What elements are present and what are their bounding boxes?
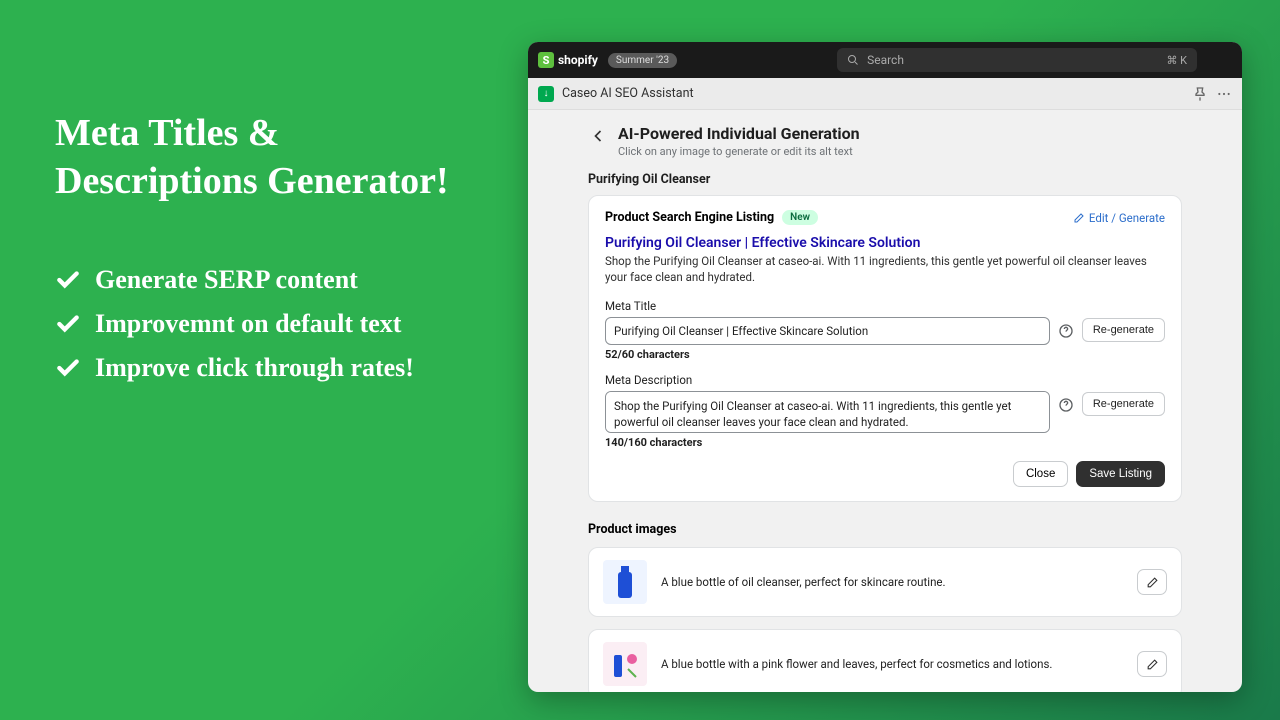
regenerate-desc-button[interactable]: Re-generate [1082,392,1165,416]
edit-generate-link[interactable]: Edit / Generate [1073,211,1165,225]
back-arrow-icon[interactable] [588,126,608,146]
search-shortcut: ⌘ K [1166,54,1187,67]
close-button[interactable]: Close [1013,461,1068,487]
search-icon [847,54,859,66]
help-icon[interactable] [1058,323,1074,339]
check-icon [55,355,81,381]
meta-title-label: Meta Title [605,299,1165,313]
check-icon [55,311,81,337]
bottle-flower-icon [608,647,642,681]
search-placeholder: Search [867,53,904,67]
pencil-icon [1146,658,1159,671]
edit-alt-button[interactable] [1137,651,1167,677]
main-content: AI-Powered Individual Generation Click o… [528,110,1242,692]
product-name: Purifying Oil Cleanser [588,172,1182,187]
listing-card: Product Search Engine Listing New Edit /… [588,195,1182,502]
regenerate-title-button[interactable]: Re-generate [1082,318,1165,342]
marketing-headline: Meta Titles & Descriptions Generator! [55,110,449,205]
page-subtitle: Click on any image to generate or edit i… [618,145,860,158]
serp-preview-title: Purifying Oil Cleanser | Effective Skinc… [605,235,1165,251]
help-icon[interactable] [1058,397,1074,413]
save-listing-button[interactable]: Save Listing [1076,461,1165,487]
meta-title-input[interactable] [605,317,1050,345]
app-icon: ↓ [538,86,554,102]
search-input[interactable]: Search ⌘ K [837,48,1197,72]
app-name: Caseo AI SEO Assistant [562,86,694,101]
shopify-bag-icon [538,52,554,68]
check-icon [55,267,81,293]
meta-desc-input[interactable]: Shop the Purifying Oil Cleanser at caseo… [605,391,1050,433]
meta-desc-counter: 140/160 characters [605,436,1165,449]
new-badge: New [782,210,818,225]
image-row: A blue bottle of oil cleanser, perfect f… [588,547,1182,617]
more-icon[interactable] [1216,86,1232,102]
serp-preview-desc: Shop the Purifying Oil Cleanser at caseo… [605,253,1165,285]
bottle-icon [613,564,637,600]
image-row: A blue bottle with a pink flower and lea… [588,629,1182,692]
marketing-bullet: Improve click through rates! [55,353,449,383]
product-thumbnail[interactable] [603,560,647,604]
season-badge: Summer '23 [608,53,677,68]
shopify-logo[interactable]: shopify [538,52,598,68]
edit-alt-button[interactable] [1137,569,1167,595]
page-title: AI-Powered Individual Generation [618,124,860,143]
product-images-label: Product images [588,522,1182,537]
marketing-panel: Meta Titles & Descriptions Generator! Ge… [55,110,449,397]
app-window: shopify Summer '23 Search ⌘ K ↓ Caseo AI… [528,42,1242,692]
image-alt-text: A blue bottle of oil cleanser, perfect f… [661,575,1123,589]
app-header: ↓ Caseo AI SEO Assistant [528,78,1242,110]
pencil-icon [1073,212,1085,224]
pin-icon[interactable] [1192,86,1208,102]
meta-desc-label: Meta Description [605,373,1165,387]
marketing-bullet: Improvemnt on default text [55,309,449,339]
meta-title-counter: 52/60 characters [605,348,1165,361]
topbar: shopify Summer '23 Search ⌘ K [528,42,1242,78]
pencil-icon [1146,576,1159,589]
image-alt-text: A blue bottle with a pink flower and lea… [661,657,1123,671]
marketing-bullet: Generate SERP content [55,265,449,295]
listing-section-title: Product Search Engine Listing [605,210,774,225]
product-thumbnail[interactable] [603,642,647,686]
